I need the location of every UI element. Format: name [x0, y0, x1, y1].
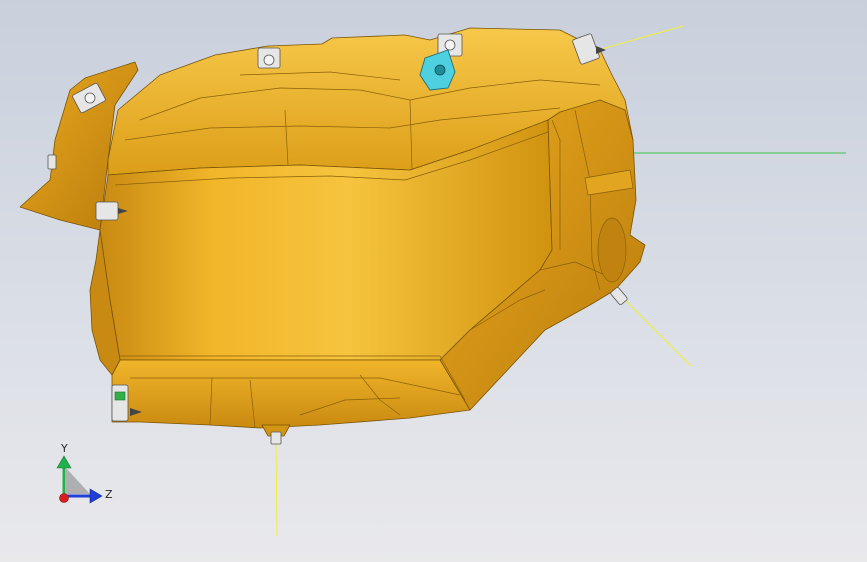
bottom-ledge[interactable] — [111, 359, 471, 429]
3d-viewport[interactable] — [0, 0, 867, 562]
clip-left-small[interactable] — [47, 154, 57, 170]
x-axis-dot — [59, 493, 69, 503]
y-axis-label: Y — [60, 442, 68, 455]
side-oval-recess — [597, 217, 627, 283]
guide-line-lower-right — [621, 296, 692, 367]
triad-shade — [66, 468, 90, 494]
drain-plug[interactable] — [270, 431, 282, 445]
guide-line-top-right — [597, 25, 684, 51]
fuel-tank-model[interactable] — [19, 27, 646, 437]
z-axis-label: Z — [105, 488, 113, 501]
view-orientation-triad[interactable]: Y Z — [40, 438, 130, 518]
guide-line-bottom — [275, 439, 278, 537]
clip-top-center-left[interactable] — [257, 47, 281, 69]
